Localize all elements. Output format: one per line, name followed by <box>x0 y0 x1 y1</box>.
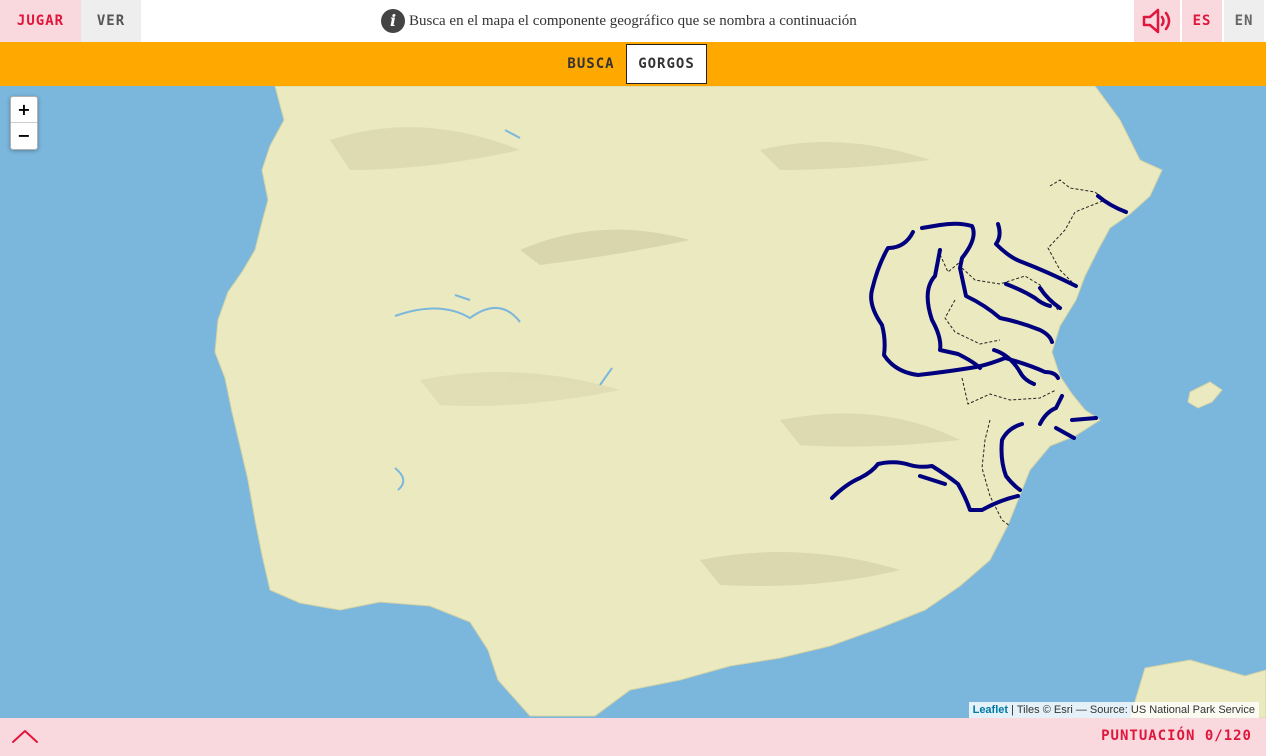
leaflet-link[interactable]: Leaflet <box>973 704 1008 716</box>
bottom-bar: PUNTUACIÓN 0/120 <box>0 718 1266 756</box>
language-es[interactable]: ES <box>1182 0 1222 42</box>
map-attribution: Leaflet | Tiles © Esri — Source: US Nati… <box>968 702 1259 718</box>
search-label: BUSCA <box>567 56 615 72</box>
chevron-up-icon[interactable] <box>10 724 40 748</box>
zoom-out-button[interactable]: − <box>11 123 37 149</box>
search-target: GORGOS <box>626 44 707 84</box>
instruction: i Busca en el mapa el componente geográf… <box>381 8 857 34</box>
sound-button[interactable] <box>1134 0 1180 42</box>
instruction-text: Busca en el mapa el componente geográfic… <box>409 12 857 29</box>
zoom-in-button[interactable]: + <box>11 97 37 123</box>
top-bar: JUGAR VER i Busca en el mapa el componen… <box>0 0 1266 42</box>
map-canvas[interactable] <box>0 86 1266 718</box>
info-icon[interactable]: i <box>381 9 405 33</box>
score-value: 0/120 <box>1204 728 1252 744</box>
zoom-control: + − <box>10 96 38 150</box>
score-label: PUNTUACIÓN <box>1101 728 1196 744</box>
balearic-island-mallorca <box>1187 381 1223 409</box>
tab-ver[interactable]: VER <box>81 0 141 42</box>
language-en[interactable]: EN <box>1224 0 1264 42</box>
tab-jugar[interactable]: JUGAR <box>0 0 81 42</box>
speaker-icon <box>1142 8 1171 34</box>
iberian-peninsula-land <box>214 86 1163 717</box>
map[interactable] <box>0 86 1266 718</box>
score: PUNTUACIÓN 0/120 <box>1101 718 1252 756</box>
search-bar: BUSCA GORGOS <box>0 42 1266 86</box>
attribution-text: | Tiles © Esri — Source: US National Par… <box>1008 704 1255 716</box>
river-segment <box>1070 416 1098 422</box>
